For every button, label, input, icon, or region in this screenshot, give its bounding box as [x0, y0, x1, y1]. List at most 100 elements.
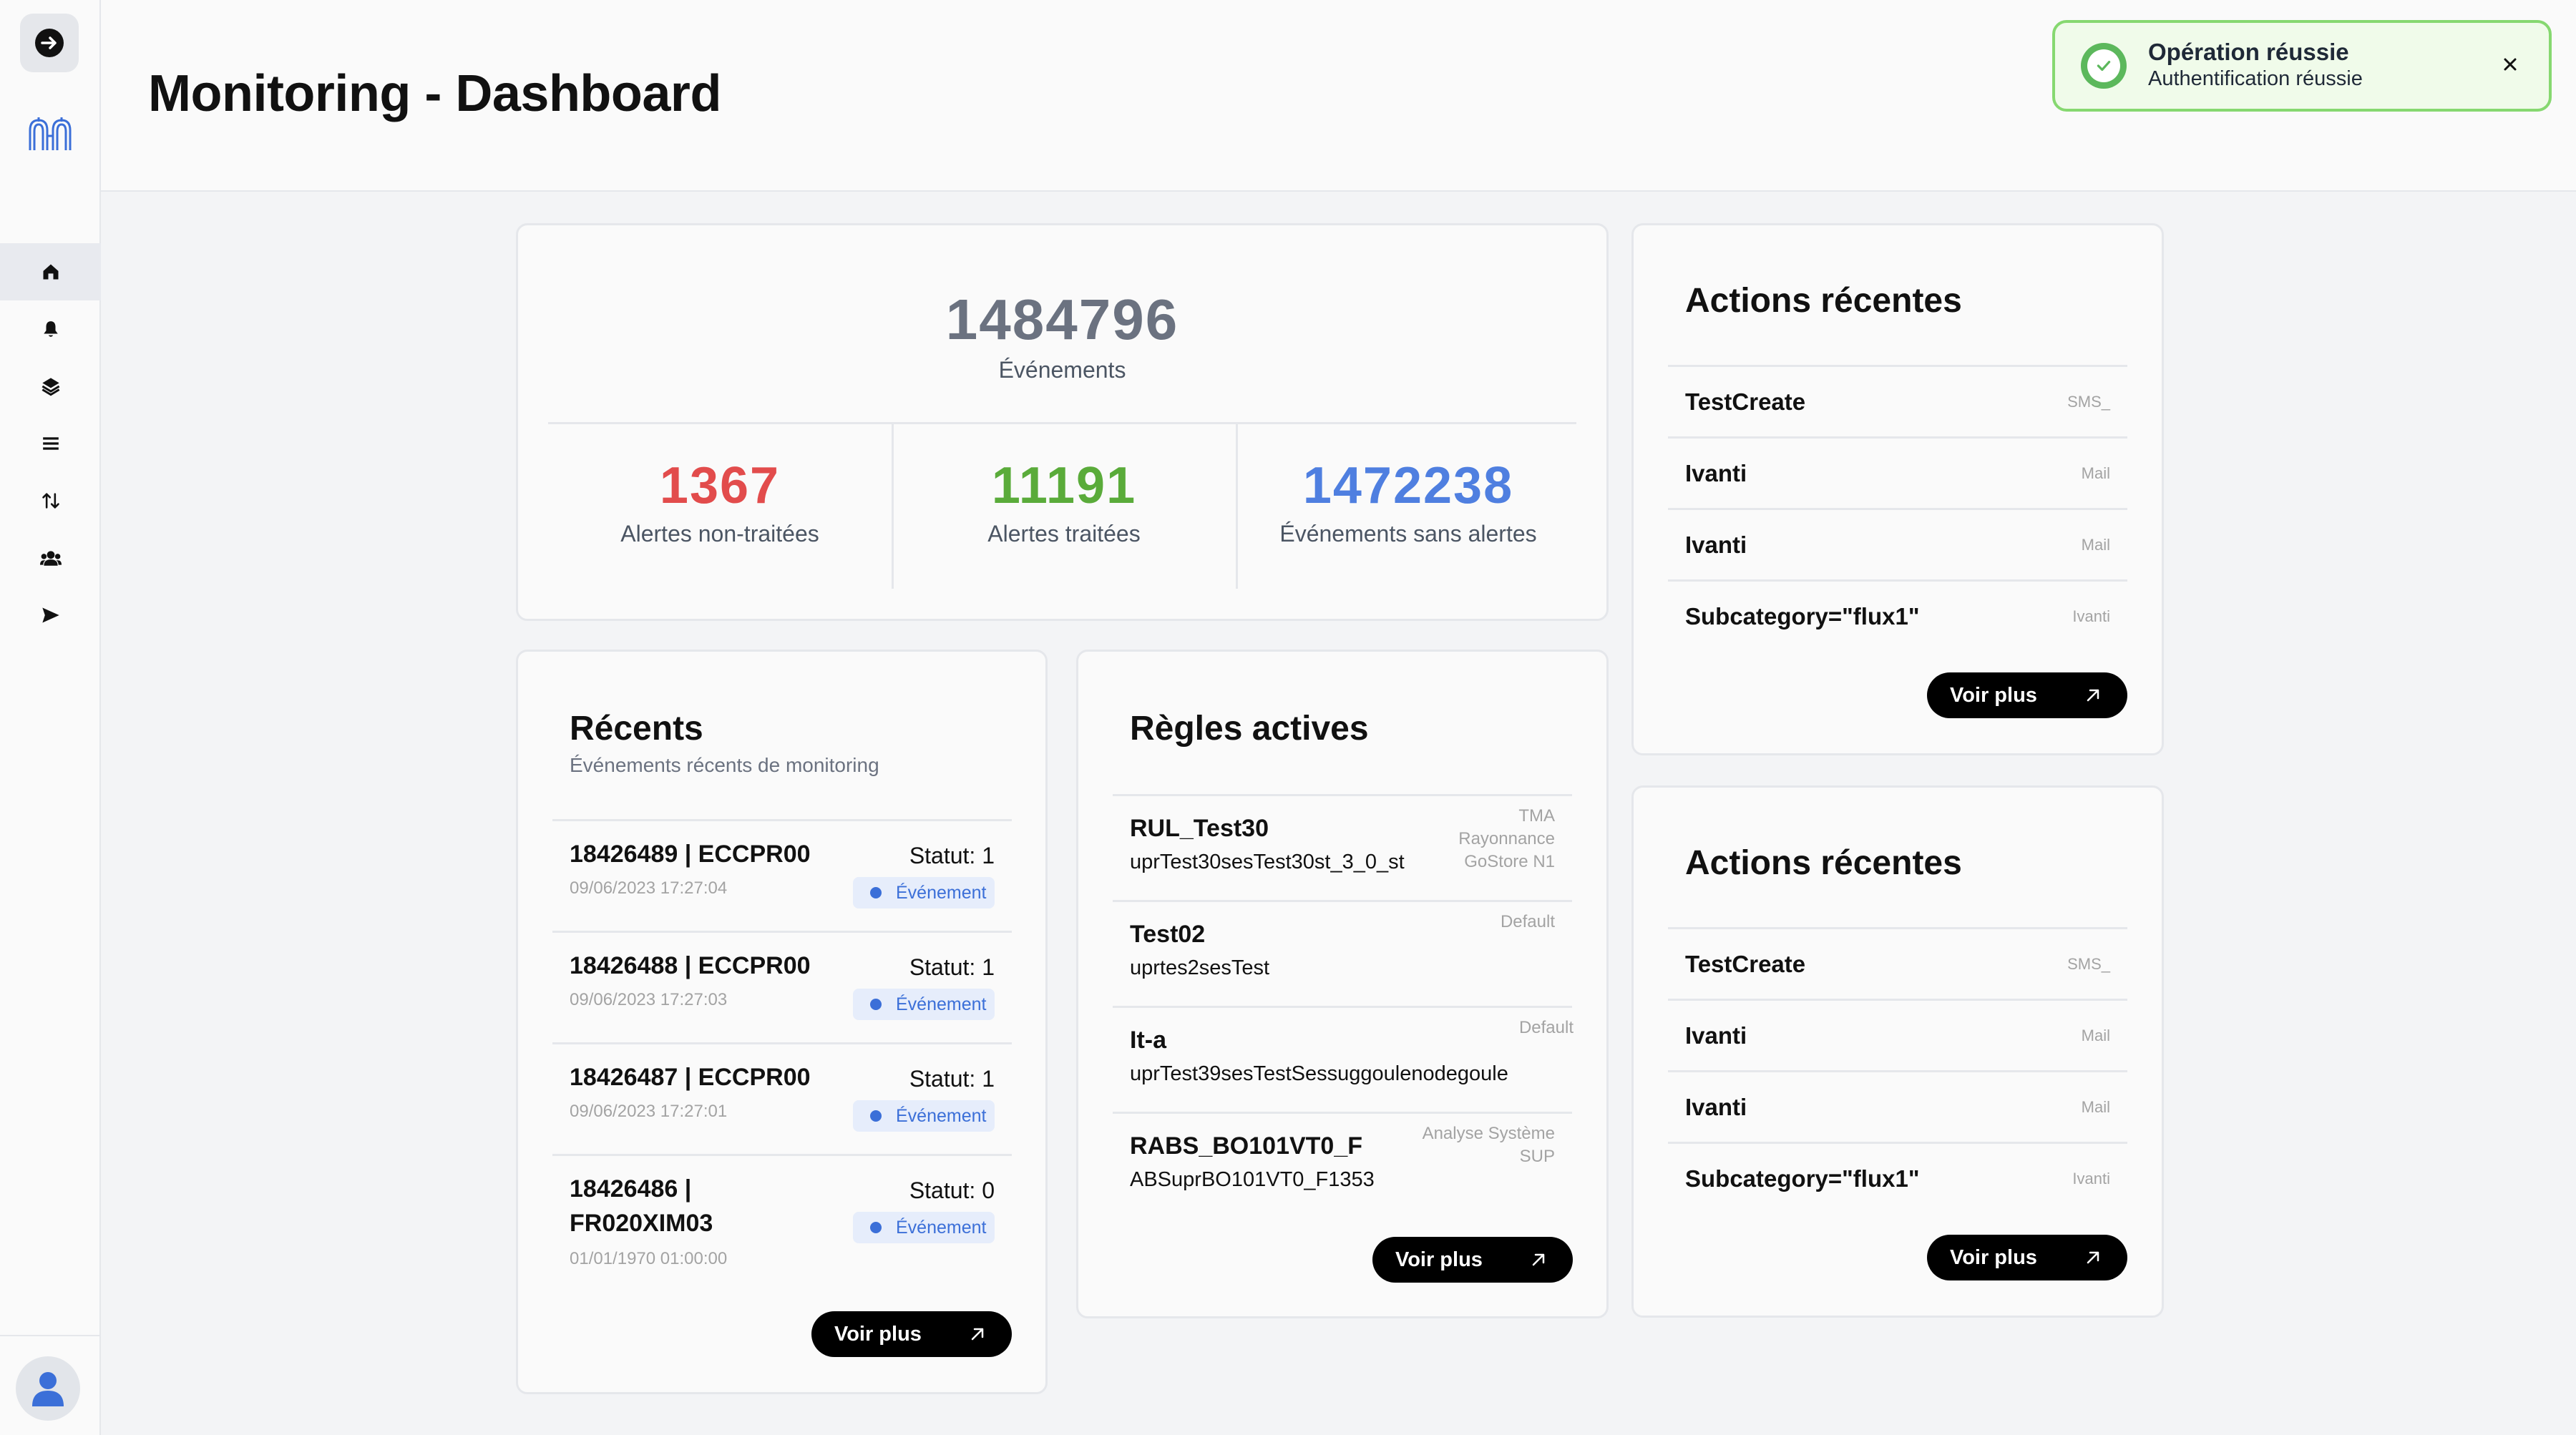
home-icon [43, 264, 58, 280]
list-item[interactable]: 18426488 | ECCPR00 09/06/2023 17:27:03 S… [552, 931, 1012, 1042]
event-status: Statut: 1 [909, 1066, 995, 1092]
event-title: 18426486 | FR020XIM03 [570, 1172, 713, 1240]
stat-unprocessed-alerts: 1367 Alertes non-traitées [548, 424, 892, 589]
toast-status-indicator [2081, 43, 2127, 89]
layers-icon [42, 378, 59, 396]
event-title-line: 18426486 | [570, 1175, 692, 1203]
badge-label: Événement [896, 994, 987, 1014]
list-item[interactable]: 18426489 | ECCPR00 09/06/2023 17:27:04 S… [552, 819, 1012, 931]
total-events-value: 1484796 [945, 288, 1179, 351]
list-item[interactable]: RUL_Test30 uprTest30sesTest30st_3_0_st T… [1113, 794, 1572, 902]
arrow-up-right-icon [2087, 689, 2099, 702]
active-rules-title: Règles actives [1130, 710, 1369, 748]
rule-name: Test02 [1130, 921, 1206, 948]
rule-name: RUL_Test30 [1130, 815, 1269, 842]
arrow-right-circle-icon [35, 29, 64, 57]
rule-tag-line: Analyse Système [1422, 1124, 1555, 1143]
user-avatar-button[interactable] [16, 1356, 80, 1421]
recent-actions-card: Actions récentes TestCreate SMS_ Ivanti … [1631, 785, 2164, 1318]
button-label: Voir plus [1950, 683, 2037, 707]
list-item[interactable]: Ivanti Mail [1668, 436, 2127, 510]
sidebar-toggle-button[interactable] [20, 14, 79, 72]
rule-tag-line: TMA [1518, 806, 1555, 826]
event-badge: Événement [853, 877, 995, 908]
recent-actions-title: Actions récentes [1685, 282, 1962, 320]
actions-see-more-button[interactable]: Voir plus [1927, 672, 2127, 718]
sidebar-item-home[interactable] [0, 243, 101, 300]
sidebar-item-list[interactable] [0, 415, 101, 472]
action-tag: Mail [2081, 464, 2110, 482]
processed-alerts-label: Alertes traitées [987, 521, 1141, 547]
list-item[interactable]: RABS_BO101VT0_F ABSuprBO101VT0_F1353 Ana… [1113, 1112, 1572, 1220]
action-name: Subcategory="flux1" [1685, 603, 1920, 630]
list-item[interactable]: It-a uprTest39sesTestSessuggoulenodegoul… [1113, 1006, 1574, 1114]
rule-description: ABSuprBO101VT0_F1353 [1130, 1168, 1375, 1191]
rule-tag-line: Rayonnance [1458, 829, 1555, 848]
stats-card: 1484796 Événements 1367 Alertes non-trai… [516, 223, 1609, 621]
rule-tag-line: Default [1500, 912, 1555, 931]
stat-processed-alerts: 11191 Alertes traitées [892, 424, 1236, 589]
action-name: Subcategory="flux1" [1685, 1165, 1920, 1192]
event-badge: Événement [853, 1100, 995, 1132]
event-title-line: FR020XIM03 [570, 1210, 713, 1237]
action-tag: Mail [2081, 1027, 2110, 1044]
button-label: Voir plus [1950, 1245, 2037, 1269]
bell-icon [43, 321, 58, 337]
event-badge: Événement [853, 1212, 995, 1243]
user-icon [32, 1372, 64, 1406]
badge-dot-icon [870, 887, 882, 898]
actions-see-more-button[interactable]: Voir plus [1927, 1235, 2127, 1280]
arrow-up-right-icon [971, 1328, 984, 1341]
rule-tag: Default [1519, 1017, 1574, 1039]
sidebar-item-layers[interactable] [0, 358, 101, 415]
list-item[interactable]: Subcategory="flux1" Ivanti [1668, 579, 2127, 653]
check-icon [2097, 60, 2111, 72]
sidebar [0, 0, 101, 1435]
event-date: 09/06/2023 17:27:01 [570, 1102, 728, 1121]
recents-see-more-button[interactable]: Voir plus [811, 1311, 1012, 1357]
action-tag: Mail [2081, 1098, 2110, 1116]
sidebar-item-users[interactable] [0, 529, 101, 587]
rule-tag: TMA Rayonnance GoStore N1 [1458, 805, 1555, 873]
app-logo [27, 114, 73, 157]
unprocessed-alerts-label: Alertes non-traitées [620, 521, 819, 547]
sidebar-item-alerts[interactable] [0, 300, 101, 358]
recent-actions-title: Actions récentes [1685, 844, 1962, 882]
event-date: 09/06/2023 17:27:04 [570, 878, 728, 898]
list-item[interactable]: Ivanti Mail [1668, 508, 2127, 582]
list-item[interactable]: TestCreate SMS_ [1668, 927, 2127, 1001]
list-item[interactable]: Test02 uprtes2sesTest Default [1113, 900, 1572, 1008]
action-tag: Mail [2081, 536, 2110, 554]
rule-description: uprTest39sesTestSessuggoulenodegoule [1130, 1062, 1508, 1085]
list-item[interactable]: Ivanti Mail [1668, 1070, 2127, 1144]
sidebar-item-send[interactable] [0, 587, 101, 644]
list-item[interactable]: Ivanti Mail [1668, 999, 2127, 1072]
event-title: 18426488 | ECCPR00 [570, 952, 811, 979]
toast-close-button[interactable] [2497, 52, 2523, 77]
events-without-alerts-label: Événements sans alertes [1279, 521, 1537, 547]
event-title: 18426489 | ECCPR00 [570, 841, 811, 868]
event-status: Statut: 1 [909, 954, 995, 980]
action-name: Ivanti [1685, 460, 1747, 486]
rule-tag: Analyse Système SUP [1423, 1122, 1555, 1168]
list-item[interactable]: Subcategory="flux1" Ivanti [1668, 1142, 2127, 1215]
rules-see-more-button[interactable]: Voir plus [1372, 1237, 1573, 1283]
badge-label: Événement [896, 1105, 987, 1126]
list-item[interactable]: TestCreate SMS_ [1668, 365, 2127, 439]
event-date: 09/06/2023 17:27:03 [570, 990, 728, 1009]
arrow-up-right-icon [2087, 1251, 2099, 1264]
list-item[interactable]: 18426486 | FR020XIM03 01/01/1970 01:00:0… [552, 1154, 1012, 1292]
recents-subtitle: Événements récents de monitoring [570, 754, 879, 776]
arrow-up-right-icon [1532, 1253, 1545, 1266]
rule-tag-line: SUP [1519, 1147, 1555, 1166]
badge-dot-icon [870, 1110, 882, 1122]
list-item[interactable]: 18426487 | ECCPR00 09/06/2023 17:27:01 S… [552, 1042, 1012, 1154]
badge-dot-icon [870, 1222, 882, 1233]
badge-label: Événement [896, 882, 987, 903]
recents-title: Récents [570, 710, 703, 748]
rule-description: uprTest30sesTest30st_3_0_st [1130, 851, 1405, 873]
rule-name: It-a [1130, 1027, 1166, 1054]
events-without-alerts-value: 1472238 [1302, 457, 1514, 514]
sidebar-item-transfers[interactable] [0, 472, 101, 529]
rule-description: uprtes2sesTest [1130, 956, 1270, 979]
